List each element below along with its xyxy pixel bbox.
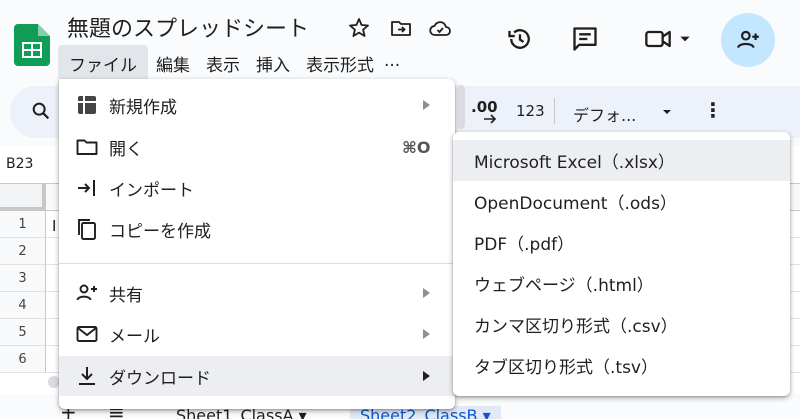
video-camera-icon <box>645 30 671 48</box>
row-header-6[interactable]: 6 <box>0 346 46 373</box>
file-menu-item-email[interactable]: メール <box>59 314 455 354</box>
sheets-new-icon <box>78 96 96 114</box>
submenu-arrow-icon <box>423 100 430 110</box>
download-option-label: PDF（.pdf） <box>474 235 575 255</box>
import-icon <box>78 180 95 196</box>
folder-icon <box>76 139 98 155</box>
menu-file[interactable]: ファイル <box>58 45 148 79</box>
download-option-label: Microsoft Excel（.xlsx） <box>474 153 675 173</box>
file-menu-label: 開く <box>109 139 143 160</box>
submenu-arrow-icon <box>423 288 430 298</box>
copy-icon <box>78 219 96 240</box>
number-format-button[interactable]: 123 <box>516 102 545 120</box>
download-option-label: OpenDocument（.ods） <box>474 194 677 214</box>
file-menu-label: メール <box>109 326 160 347</box>
menu-more[interactable]: ... <box>382 45 408 79</box>
file-menu-label: 共有 <box>109 285 143 306</box>
download-option-ods[interactable]: OpenDocument（.ods） <box>453 181 790 222</box>
app-header: 無題のスプレッドシート ファイル 編集 表示 挿入 表示形式 ... <box>0 0 800 82</box>
file-menu-item-open[interactable]: 開く ⌘O <box>59 127 455 167</box>
font-caret-down-icon[interactable] <box>661 106 673 118</box>
share-person-icon <box>76 284 97 301</box>
download-option-xlsx[interactable]: Microsoft Excel（.xlsx） <box>453 140 790 181</box>
caret-down-icon <box>680 36 690 42</box>
comments-button[interactable] <box>565 19 605 59</box>
download-submenu: Microsoft Excel（.xlsx） OpenDocument（.ods… <box>453 132 790 396</box>
menu-divider <box>59 263 455 264</box>
move-to-folder-icon[interactable] <box>389 16 413 40</box>
menu-scrollbar-thumb[interactable] <box>457 85 465 129</box>
file-menu-item-new[interactable]: 新規作成 <box>59 85 455 125</box>
download-option-html[interactable]: ウェブページ（.html） <box>453 263 790 304</box>
comment-icon <box>573 27 597 51</box>
search-menus-icon[interactable] <box>30 100 52 122</box>
file-menu-item-make-copy[interactable]: コピーを作成 <box>59 209 455 249</box>
more-toolbar-button[interactable]: ⋮ <box>703 98 723 122</box>
select-all-corner[interactable] <box>0 184 46 211</box>
menu-edit[interactable]: 編集 <box>148 45 198 79</box>
download-option-label: カンマ区切り形式（.csv） <box>474 317 678 337</box>
download-option-label: ウェブページ（.html） <box>474 276 654 296</box>
download-icon <box>79 367 95 385</box>
download-option-label: タブ区切り形式（.tsv） <box>474 358 658 378</box>
mail-icon <box>76 326 98 342</box>
row-header-5[interactable]: 5 <box>0 319 46 346</box>
sheets-logo-icon[interactable] <box>14 24 50 66</box>
download-option-tsv[interactable]: タブ区切り形式（.tsv） <box>453 345 790 386</box>
row-header-2[interactable]: 2 <box>0 238 46 265</box>
file-menu-label: ダウンロード <box>109 368 211 389</box>
file-menu-item-download[interactable]: ダウンロード <box>59 356 455 396</box>
menu-view[interactable]: 表示 <box>198 45 248 79</box>
file-menu-label: インポート <box>109 180 194 201</box>
file-menu-item-import[interactable]: インポート <box>59 168 455 208</box>
file-menu-label: コピーを作成 <box>109 221 211 242</box>
meet-button[interactable] <box>638 19 698 59</box>
menu-bar: ファイル 編集 表示 挿入 表示形式 ... <box>58 45 408 79</box>
document-title[interactable]: 無題のスプレッドシート <box>67 11 309 43</box>
file-menu: 新規作成 開く ⌘O インポート コピーを作成 共有 メール ダウンロード <box>59 79 455 409</box>
row-header-1[interactable]: 1 <box>0 211 46 238</box>
shortcut-text: ⌘O <box>402 137 431 157</box>
arrow-right-icon <box>484 114 497 124</box>
star-icon[interactable] <box>347 16 371 40</box>
menu-format[interactable]: 表示形式 <box>298 45 382 79</box>
version-history-button[interactable] <box>500 19 540 59</box>
toolbar-separator <box>554 98 555 124</box>
download-option-pdf[interactable]: PDF（.pdf） <box>453 222 790 263</box>
share-button[interactable] <box>721 13 775 67</box>
row-header-3[interactable]: 3 <box>0 265 46 292</box>
menu-insert[interactable]: 挿入 <box>248 45 298 79</box>
file-menu-label: 新規作成 <box>109 97 177 118</box>
file-menu-item-share[interactable]: 共有 <box>59 273 455 313</box>
font-select[interactable]: デフォ... <box>573 102 636 126</box>
submenu-arrow-icon <box>423 371 430 381</box>
cell-b1[interactable]: I <box>52 217 56 235</box>
row-header-4[interactable]: 4 <box>0 292 46 319</box>
download-option-csv[interactable]: カンマ区切り形式（.csv） <box>453 304 790 345</box>
history-icon <box>508 29 530 49</box>
name-box[interactable]: B23 <box>6 156 33 172</box>
add-person-icon <box>737 30 759 48</box>
submenu-arrow-icon <box>423 329 430 339</box>
cloud-saved-icon[interactable] <box>428 16 452 40</box>
